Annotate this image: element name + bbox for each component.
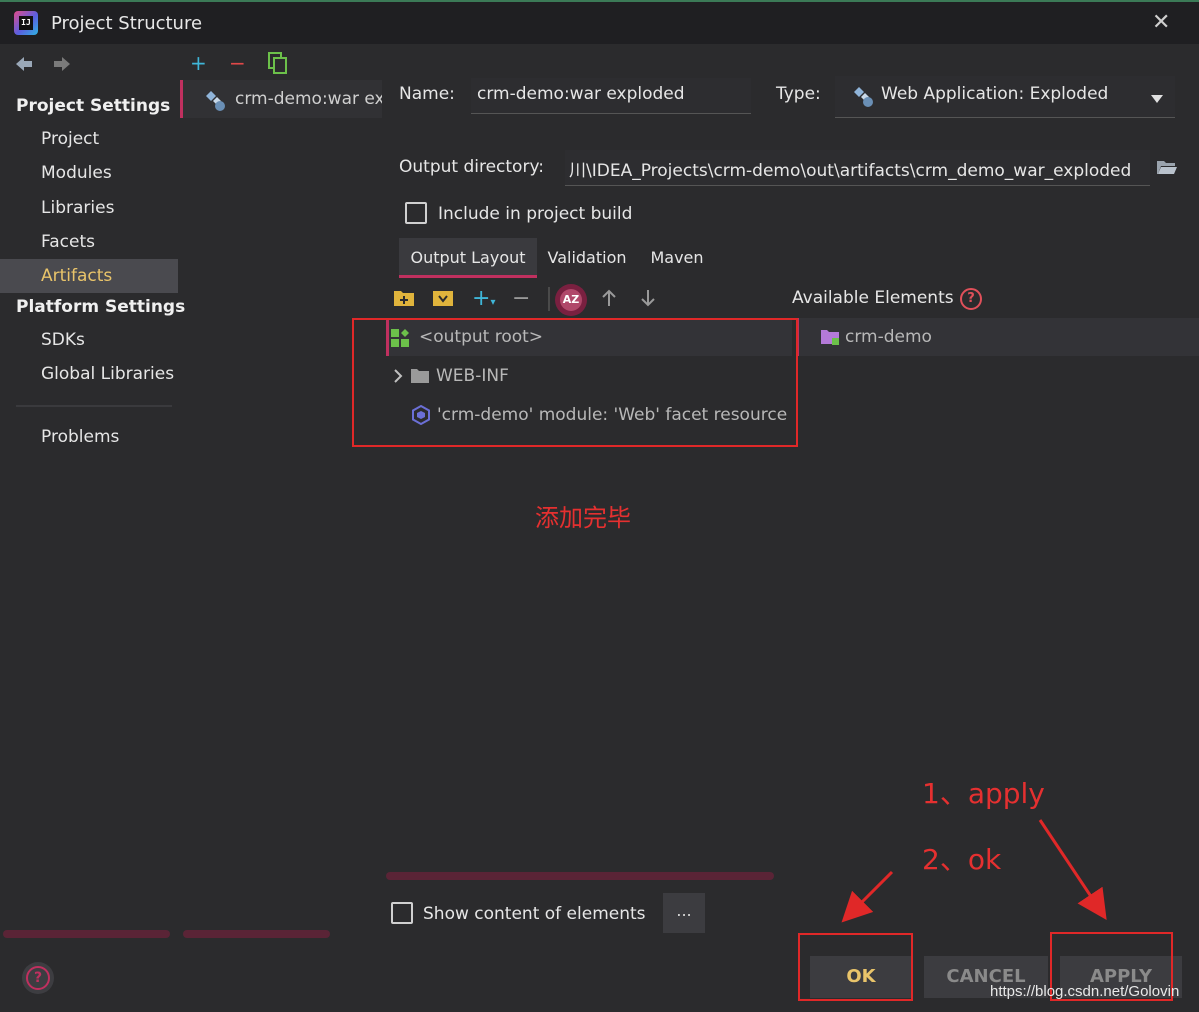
watermark: https://blog.csdn.net/Golovin <box>990 983 1180 1000</box>
annotation-arrows <box>841 819 1107 923</box>
annotation-box-ok <box>798 933 913 1001</box>
help-button[interactable]: ? <box>22 962 54 994</box>
